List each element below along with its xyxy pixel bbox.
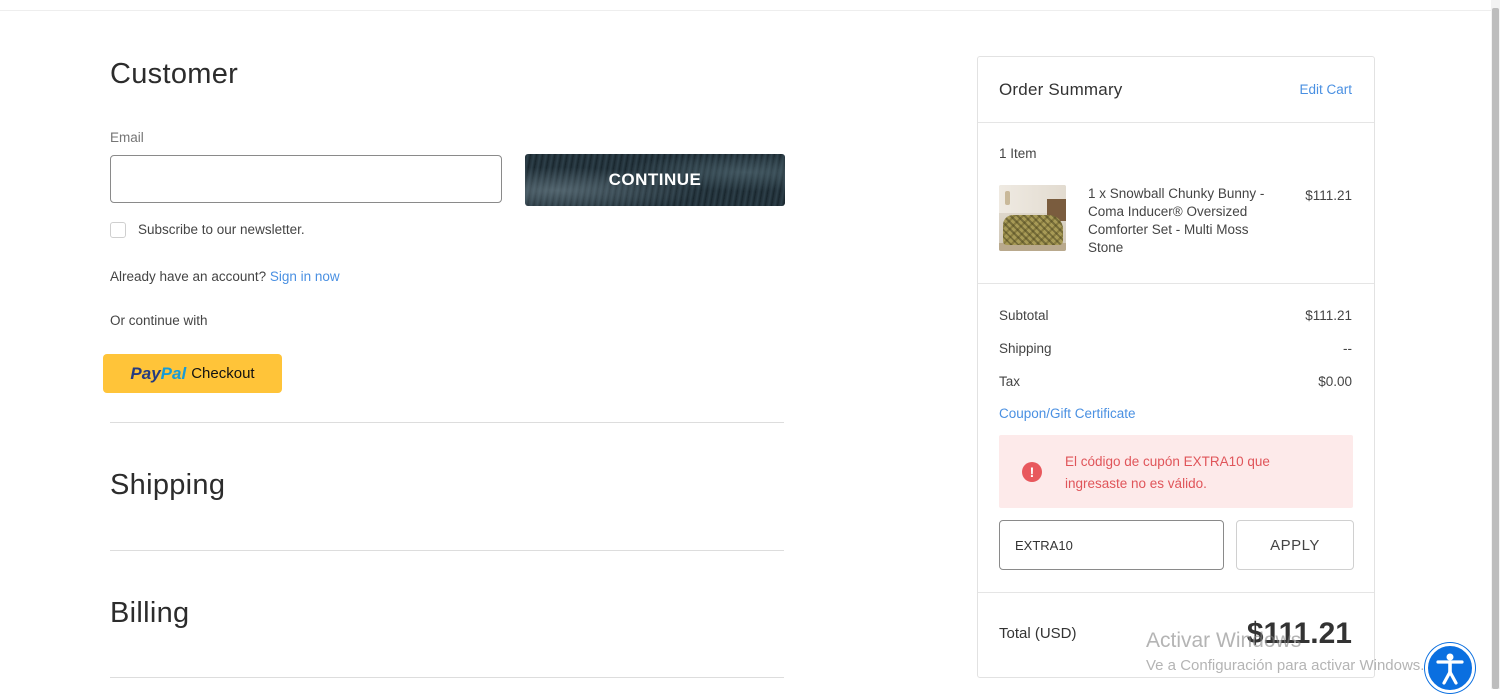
subtotal-label: Subtotal: [999, 308, 1049, 323]
coupon-input[interactable]: [999, 520, 1224, 570]
accessibility-button[interactable]: [1425, 643, 1475, 693]
scrollbar-thumb[interactable]: [1492, 8, 1499, 689]
account-prompt: Already have an account? Sign in now: [110, 269, 340, 284]
shipping-label: Shipping: [999, 341, 1052, 356]
customer-divider: [110, 422, 784, 423]
error-circle-icon: !: [1022, 462, 1042, 482]
shipping-heading: Shipping: [110, 469, 226, 501]
tax-value: $0.00: [1318, 374, 1352, 389]
product-image: [999, 185, 1066, 251]
paypal-logo: PayPal: [130, 364, 186, 384]
email-input[interactable]: [110, 155, 502, 203]
billing-heading: Billing: [110, 597, 190, 629]
product-price: $111.21: [1305, 188, 1352, 203]
accessibility-person-icon: [1436, 653, 1464, 685]
or-continue-text: Or continue with: [110, 313, 208, 328]
summary-divider-items: [978, 283, 1374, 284]
shipping-value: --: [1343, 341, 1352, 356]
coupon-error-alert: ! El código de cupón EXTRA10 que ingresa…: [999, 435, 1353, 508]
customer-heading: Customer: [110, 58, 239, 90]
edit-cart-link[interactable]: Edit Cart: [1299, 82, 1352, 97]
email-label: Email: [110, 130, 144, 145]
billing-divider: [110, 677, 784, 678]
summary-divider-header: [978, 122, 1374, 123]
windows-watermark-title: Activar Windows: [1146, 629, 1302, 652]
newsletter-label: Subscribe to our newsletter.: [138, 222, 305, 237]
subtotal-value: $111.21: [1305, 308, 1352, 323]
continue-button[interactable]: CONTINUE: [525, 154, 785, 206]
product-name: 1 x Snowball Chunky Bunny - Coma Inducer…: [1088, 186, 1265, 255]
order-summary: Order Summary Edit Cart 1 Item 1 x Snowb…: [977, 56, 1375, 678]
tax-label: Tax: [999, 374, 1021, 389]
total-label: Total (USD): [999, 625, 1077, 642]
order-summary-title: Order Summary: [999, 80, 1123, 99]
coupon-error-message: El código de cupón EXTRA10 que ingresast…: [1065, 454, 1270, 491]
apply-coupon-button[interactable]: APPLY: [1236, 520, 1354, 570]
account-prompt-text: Already have an account?: [110, 269, 267, 284]
coupon-link[interactable]: Coupon/Gift Certificate: [999, 406, 1136, 421]
newsletter-checkbox[interactable]: [110, 222, 126, 238]
shipping-divider: [110, 550, 784, 551]
top-divider: [0, 10, 1500, 11]
paypal-checkout-label: Checkout: [191, 365, 255, 382]
item-count: 1 Item: [999, 146, 1037, 161]
paypal-logo-pal: Pal: [160, 363, 187, 383]
paypal-checkout-button[interactable]: PayPal Checkout: [103, 354, 282, 393]
paypal-logo-pay: Pay: [130, 363, 161, 383]
page-scrollbar[interactable]: [1491, 0, 1500, 689]
summary-divider-total: [978, 592, 1374, 593]
windows-watermark-subtitle: Ve a Configuración para activar Windows.: [1146, 657, 1425, 674]
sign-in-link[interactable]: Sign in now: [270, 269, 340, 284]
